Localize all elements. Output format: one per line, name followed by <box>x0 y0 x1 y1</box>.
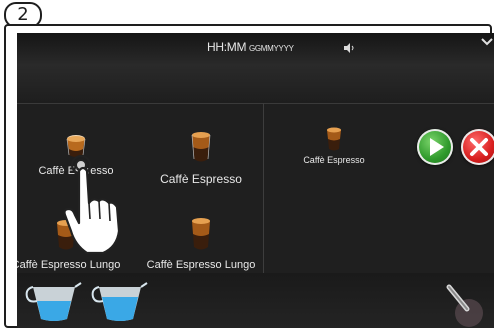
close-icon <box>470 138 488 156</box>
milk-jug-icon[interactable] <box>89 279 151 325</box>
beverage-espresso-2[interactable]: Caffè Espresso <box>151 129 251 186</box>
play-icon <box>430 138 444 156</box>
machine-display: HH:MM GGMMYYYY Caffè Espresso Caffè Espr… <box>17 33 494 328</box>
beverage-lungo-2[interactable]: Caffè Espresso Lungo <box>141 217 261 271</box>
cancel-button[interactable] <box>461 129 494 165</box>
espresso-cup-icon <box>192 218 210 250</box>
espresso-cup-icon <box>327 127 341 151</box>
status-time: HH:MM <box>207 40 247 54</box>
start-button[interactable] <box>417 129 453 165</box>
panel-header <box>17 65 494 103</box>
milk-jug-icon[interactable] <box>23 279 85 325</box>
steam-wand-icon[interactable] <box>441 283 485 327</box>
beverage-label: Caffè Espresso Lungo <box>146 259 256 271</box>
chevron-down-icon[interactable] <box>480 37 494 47</box>
status-date: GGMMYYYY <box>248 44 294 53</box>
pointing-hand-icon <box>63 166 121 255</box>
status-bar: HH:MM GGMMYYYY <box>17 33 494 65</box>
beverage-espresso-3[interactable]: Caffè Espresso <box>289 125 379 165</box>
espresso-cup-icon <box>191 132 211 162</box>
panel-divider <box>263 103 264 273</box>
beverage-label: Caffè Espresso <box>303 155 365 165</box>
status-datetime: HH:MM GGMMYYYY <box>207 40 294 54</box>
beverage-label: Caffè Espresso <box>160 172 242 186</box>
speaker-icon[interactable] <box>344 43 356 53</box>
